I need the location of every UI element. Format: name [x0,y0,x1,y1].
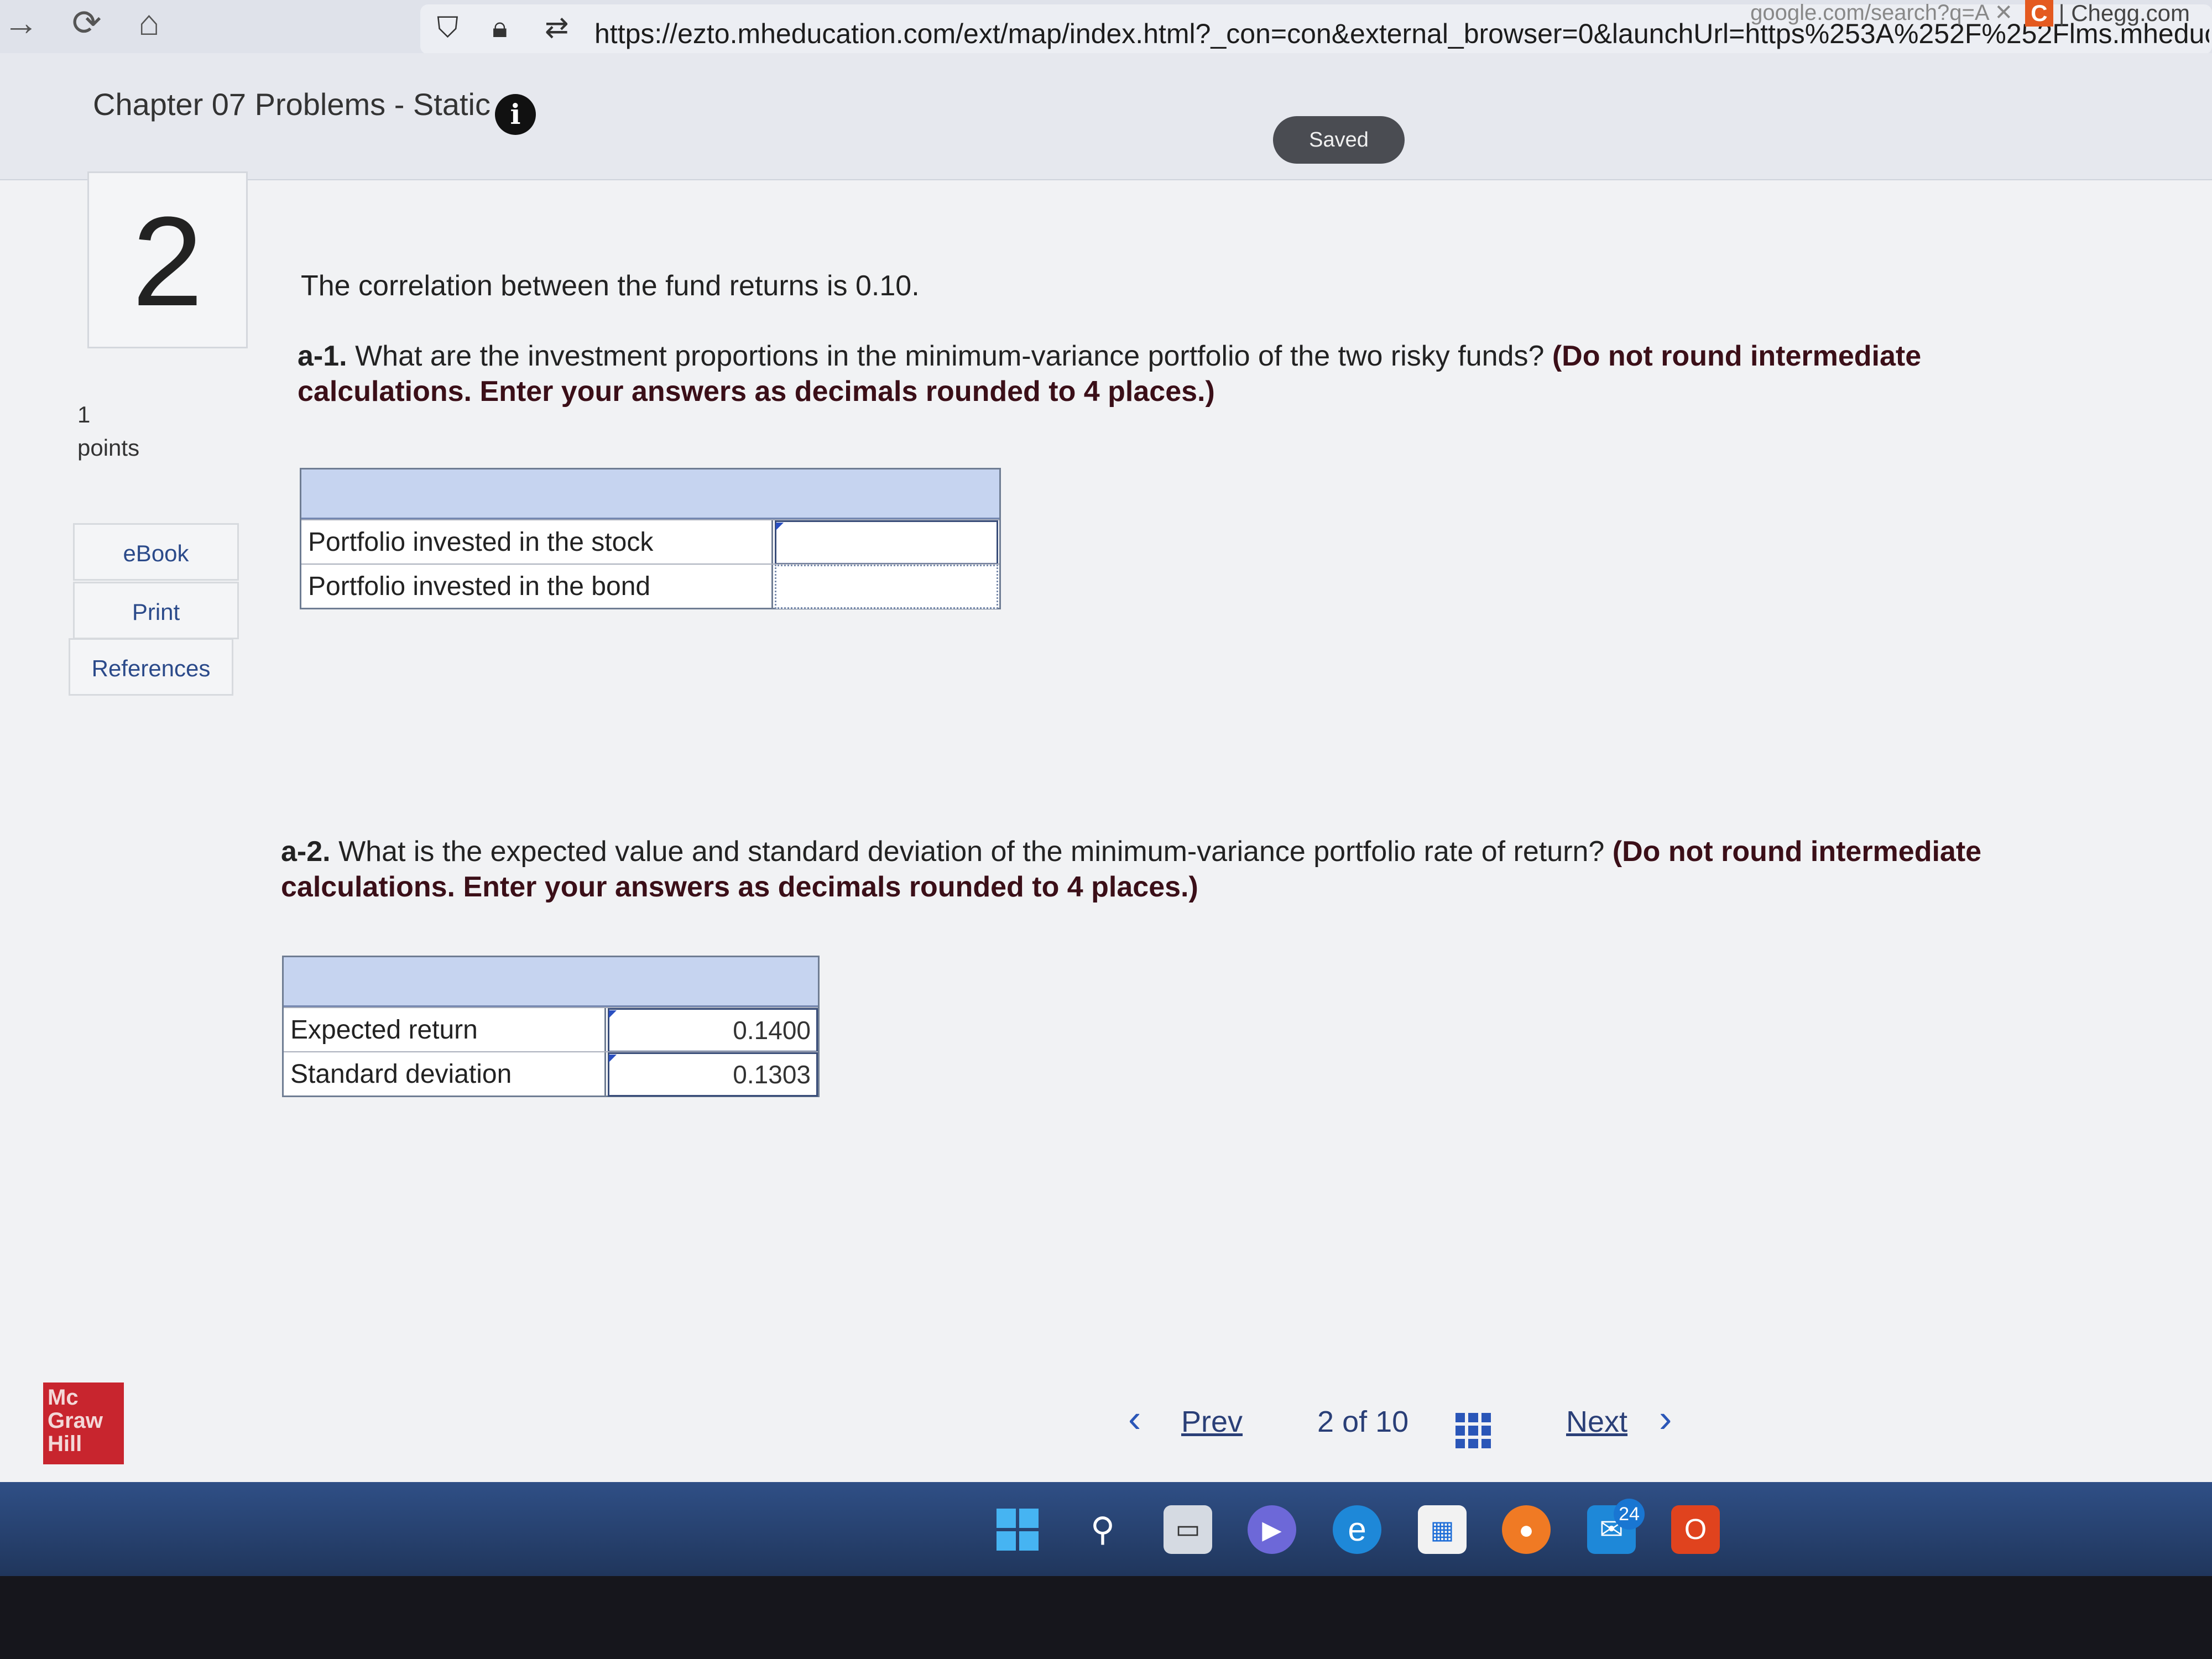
firefox-icon[interactable]: ● [1502,1505,1551,1554]
table-row: Portfolio invested in the bond [301,564,999,609]
chat-icon[interactable]: ▶ [1248,1505,1296,1554]
prev-button[interactable]: Prev [1181,1405,1243,1439]
question-a1: a-1. What are the investment proportions… [298,338,1990,409]
points-label: points [77,435,140,461]
references-button[interactable]: References [69,638,233,696]
a1-answer-table: Portfolio invested in the stock Portfoli… [300,468,1001,609]
search-icon[interactable]: ⚲ [1078,1505,1127,1554]
logo-text: Hill [48,1432,82,1456]
search-tab[interactable]: google.com/search?q=A ✕ [1750,0,2013,25]
office-icon[interactable]: O [1671,1505,1720,1554]
table-row: Expected return [284,1007,818,1052]
page-of: of [1342,1405,1368,1438]
flag-icon [776,523,784,530]
assignment-header: Chapter 07 Problems - Static i Saved [0,53,2212,180]
a2-text: What is the expected value and standard … [338,836,1605,868]
print-button[interactable]: Print [73,582,239,639]
chevron-right-icon[interactable]: › [1659,1396,1672,1441]
stock-proportion-input[interactable] [775,520,998,565]
flag-icon [609,1055,617,1062]
logo-text: Graw [48,1408,103,1433]
saved-status-button[interactable]: Saved [1273,116,1405,164]
home-icon[interactable]: ⌂ [138,2,160,43]
tab-label: | Chegg.com [2058,0,2190,26]
screen-bezel [0,1576,2212,1659]
a2-label: a-2. [281,836,331,868]
expected-return-input[interactable] [608,1008,818,1052]
shield-icon[interactable]: ⛉ [437,11,458,45]
standard-deviation-input[interactable] [608,1052,818,1097]
question-number: 2 [87,171,248,348]
grid-icon[interactable] [1455,1413,1491,1448]
a2-table-header [284,957,818,1007]
question-intro: The correlation between the fund returns… [301,270,920,302]
column-divider [771,520,773,565]
mcgraw-hill-logo: Mc Graw Hill [43,1383,124,1464]
table-row: Portfolio invested in the stock [301,519,999,565]
bond-proportion-input[interactable] [775,565,998,609]
chevron-left-icon[interactable]: ‹ [1128,1396,1141,1441]
reload-icon[interactable]: ⟳ [72,2,102,44]
mail-badge: 24 [1614,1499,1645,1530]
edge-browser-icon[interactable]: e [1333,1505,1381,1554]
column-divider [604,1052,606,1097]
a2-answer-table: Expected return Standard deviation [282,956,820,1097]
back-arrow-icon[interactable]: → [3,2,39,43]
points-value: 1 [77,401,91,427]
logo-text: Mc [48,1385,79,1410]
row-label-expected-return: Expected return [290,1015,478,1045]
ebook-button[interactable]: eBook [73,523,239,581]
next-button[interactable]: Next [1566,1405,1627,1439]
chegg-tab[interactable]: C | Chegg.com [2025,0,2190,27]
task-view-icon[interactable]: ▭ [1164,1505,1212,1554]
assignment-title: Chapter 07 Problems - Static [93,87,491,122]
column-divider [604,1008,606,1052]
a1-table-header [301,469,999,519]
row-label-standard-deviation: Standard deviation [290,1060,512,1089]
permissions-icon[interactable]: ⇄ [545,11,569,44]
page-total: 10 [1375,1405,1409,1438]
lock-icon[interactable]: 🔒︎ [492,11,508,45]
flag-icon [609,1010,617,1018]
page-current: 2 [1317,1405,1334,1438]
row-label-bond: Portfolio invested in the bond [308,572,651,601]
store-icon[interactable]: ▦ [1418,1505,1467,1554]
a1-label: a-1. [298,340,347,372]
a1-text: What are the investment proportions in t… [355,340,1545,372]
chegg-logo-icon: C [2025,0,2053,27]
row-label-stock: Portfolio invested in the stock [308,528,654,557]
table-row: Standard deviation [284,1051,818,1097]
question-a2: a-2. What is the expected value and stan… [281,834,2062,905]
windows-start-icon[interactable] [993,1505,1042,1554]
browser-toolbar: → ⟳ ⌂ ⛉ 🔒︎ ⇄ https://ezto.mheducation.co… [0,0,2212,54]
page-indicator: 2 of 10 [1317,1405,1408,1439]
column-divider [771,565,773,609]
info-icon[interactable]: i [495,94,536,135]
